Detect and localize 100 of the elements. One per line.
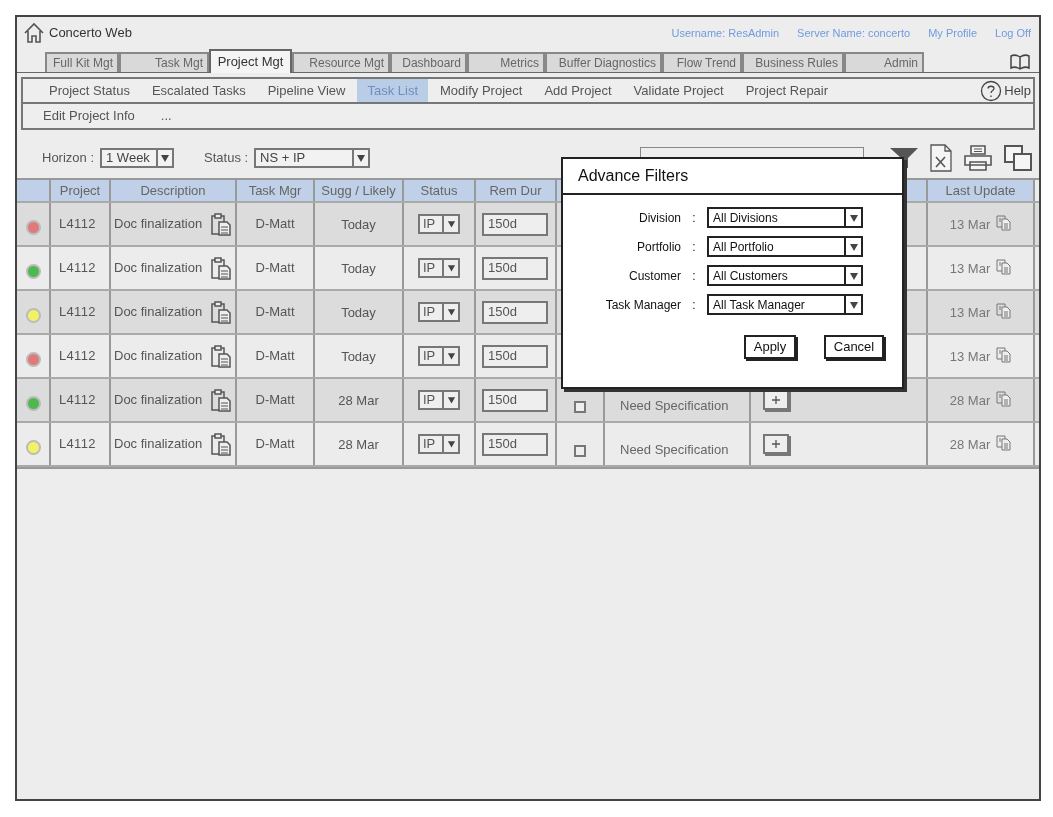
- subnav-link[interactable]: ...: [160, 106, 172, 126]
- copy-icon[interactable]: [996, 303, 1012, 319]
- subnav-link[interactable]: Edit Project Info: [43, 106, 135, 126]
- caret-icon[interactable]: [356, 153, 367, 163]
- windows-icon[interactable]: [1003, 144, 1033, 172]
- apply-button[interactable]: Apply: [744, 335, 796, 359]
- tab[interactable]: Task Mgt: [119, 52, 209, 72]
- table-cell-text: 28 Mar: [949, 392, 991, 410]
- subnav-tab[interactable]: Project Repair: [735, 79, 839, 102]
- status-dropdown[interactable]: IP: [418, 214, 460, 234]
- column-header: Project: [51, 180, 111, 201]
- table-cell-text: L4112: [59, 215, 96, 234]
- checkbox[interactable]: [574, 445, 586, 457]
- field-label: Portfolio: [635, 238, 681, 256]
- caret-icon[interactable]: [446, 395, 456, 405]
- checkbox[interactable]: [574, 401, 586, 413]
- table-cell-text: D-Matt: [255, 347, 295, 365]
- clipboard-icon[interactable]: [210, 300, 233, 324]
- duration-field[interactable]: 150d: [482, 388, 548, 412]
- table-cell-text: D-Matt: [255, 259, 295, 277]
- filter-label: Status :: [204, 149, 249, 168]
- dropdown[interactable]: All Customers: [707, 265, 863, 286]
- plus-icon: [771, 439, 781, 449]
- tab[interactable]: Full Kit Mgt: [45, 52, 119, 72]
- table-cell-text: L4112: [59, 259, 96, 278]
- table-cell-text: 13 Mar: [949, 260, 991, 278]
- table-cell-text: 28 Mar: [338, 436, 379, 454]
- caret-icon[interactable]: [848, 299, 859, 310]
- caret-icon[interactable]: [446, 307, 456, 317]
- copy-icon[interactable]: [996, 215, 1012, 231]
- subnav-tab[interactable]: Modify Project: [430, 79, 533, 102]
- colon: :: [691, 238, 697, 256]
- copy-icon[interactable]: [996, 347, 1012, 363]
- colon: :: [691, 296, 697, 314]
- column-header: Description: [111, 180, 237, 201]
- tab[interactable]: Flow Trend: [662, 52, 742, 72]
- caret-icon[interactable]: [848, 241, 859, 252]
- table-cell-text: D-Matt: [255, 215, 295, 233]
- subnav-tab[interactable]: Escalated Tasks: [141, 79, 256, 102]
- copy-icon[interactable]: [996, 391, 1012, 407]
- app-title: Concerto Web: [49, 24, 132, 43]
- caret-icon[interactable]: [848, 212, 859, 223]
- print-icon[interactable]: [963, 144, 993, 172]
- table-cell-text: L4112: [59, 435, 96, 454]
- column-header: Task Mgr: [237, 180, 315, 201]
- caret-icon[interactable]: [446, 439, 456, 449]
- clipboard-icon[interactable]: [210, 256, 233, 280]
- table-cell-text: D-Matt: [255, 303, 295, 321]
- clipboard-icon[interactable]: [210, 344, 233, 368]
- copy-icon[interactable]: [996, 435, 1012, 451]
- dialog-title: Advance Filters: [563, 159, 902, 195]
- caret-icon[interactable]: [446, 351, 456, 361]
- dropdown[interactable]: NS + IP: [254, 148, 371, 168]
- table-cell-text: Today: [341, 216, 376, 234]
- table-cell-text: 13 Mar: [949, 216, 991, 234]
- column-header: Status: [404, 180, 476, 201]
- table-cell-text: 28 Mar: [949, 436, 991, 454]
- subnav-tab[interactable]: Add Project: [534, 79, 622, 102]
- dropdown[interactable]: All Portfolio: [707, 236, 863, 257]
- tab[interactable]: Dashboard: [390, 52, 467, 72]
- copy-icon[interactable]: [996, 259, 1012, 275]
- tab[interactable]: Admin: [844, 52, 924, 72]
- table-cell-text: Need Specification: [620, 397, 729, 415]
- tab[interactable]: Resource Mgt: [292, 52, 390, 72]
- excel-icon[interactable]: [929, 143, 953, 173]
- caret-icon[interactable]: [446, 263, 456, 273]
- subnav-tab[interactable]: Project Status: [39, 79, 140, 102]
- duration-field[interactable]: 150d: [482, 344, 548, 368]
- book-icon[interactable]: [1009, 54, 1031, 70]
- status-dropdown[interactable]: IP: [418, 390, 460, 410]
- subnav-tab[interactable]: Validate Project: [623, 79, 734, 102]
- tab[interactable]: Business Rules: [742, 52, 844, 72]
- caret-icon[interactable]: [160, 153, 171, 163]
- status-dropdown[interactable]: IP: [418, 302, 460, 322]
- status-dropdown[interactable]: IP: [418, 346, 460, 366]
- home-icon[interactable]: [23, 22, 45, 44]
- tab[interactable]: Metrics: [467, 52, 545, 72]
- table-cell-text: 28 Mar: [338, 392, 379, 410]
- clipboard-icon[interactable]: [210, 212, 233, 236]
- dropdown[interactable]: All Divisions: [707, 207, 863, 228]
- duration-field[interactable]: 150d: [482, 212, 548, 236]
- caret-icon[interactable]: [848, 270, 859, 281]
- cancel-button[interactable]: Cancel: [824, 335, 884, 359]
- status-dropdown[interactable]: IP: [418, 434, 460, 454]
- tab[interactable]: Buffer Diagnostics: [545, 52, 662, 72]
- duration-field[interactable]: 150d: [482, 432, 548, 456]
- subnav-tab[interactable]: Pipeline View: [257, 79, 356, 102]
- dropdown[interactable]: 1 Week: [100, 148, 175, 168]
- clipboard-icon[interactable]: [210, 388, 233, 412]
- tab[interactable]: Project Mgt: [209, 49, 292, 73]
- dropdown[interactable]: All Task Manager: [707, 294, 863, 315]
- status-dropdown[interactable]: IP: [418, 258, 460, 278]
- table-cell-text: D-Matt: [255, 391, 295, 409]
- clipboard-icon[interactable]: [210, 432, 233, 456]
- duration-field[interactable]: 150d: [482, 256, 548, 280]
- duration-field[interactable]: 150d: [482, 300, 548, 324]
- table-cell-text: 13 Mar: [949, 304, 991, 322]
- help-button[interactable]: Help: [980, 79, 1031, 102]
- add-button[interactable]: [763, 390, 789, 410]
- caret-icon[interactable]: [446, 219, 456, 229]
